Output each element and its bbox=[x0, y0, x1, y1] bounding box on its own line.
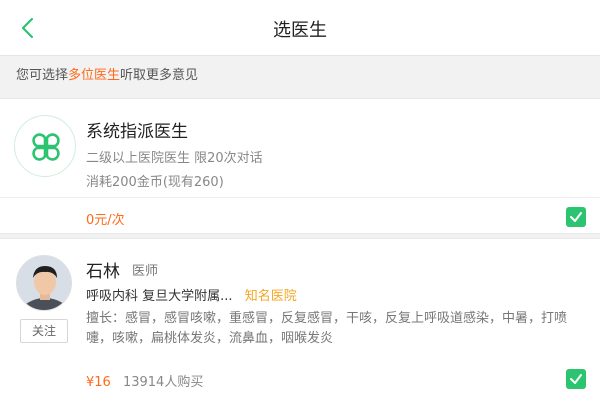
system-doctor-cost: 消耗200金币(现有260) bbox=[86, 175, 224, 190]
doctor-card[interactable]: 关注 石林 医师 呼吸内科 复旦大学附属... 知名医院 擅长：感冒，感冒咳嗽，… bbox=[0, 238, 600, 400]
system-doctor-checkbox[interactable] bbox=[566, 207, 586, 227]
doctor-department: 呼吸内科 bbox=[86, 289, 139, 304]
doctor-skills: 擅长：感冒，感冒咳嗽，重感冒，反复感冒，干咳，反复上呼吸道感染，中暑，打喷嚏，咳… bbox=[86, 311, 568, 346]
check-icon bbox=[570, 374, 582, 384]
system-doctor-price: 0元/次 bbox=[86, 213, 125, 228]
system-doctor-card[interactable]: 系统指派医生 二级以上医院医生 限20次对话 消耗200金币(现有260) 0元… bbox=[0, 98, 600, 234]
hint-highlight: 多位医生 bbox=[68, 68, 121, 83]
doctor-price: ¥16 bbox=[86, 375, 111, 390]
hint-bar: 您可选择多位医生听取更多意见 bbox=[0, 56, 600, 96]
avatar[interactable] bbox=[16, 255, 72, 311]
check-icon bbox=[570, 212, 582, 222]
system-doctor-desc: 二级以上医院医生 限20次对话 bbox=[86, 151, 263, 166]
nav-bar: 选医生 bbox=[0, 0, 600, 56]
hint-prefix: 您可选择 bbox=[16, 68, 69, 83]
follow-button[interactable]: 关注 bbox=[20, 319, 68, 343]
system-doctor-name: 系统指派医生 bbox=[86, 122, 188, 142]
doctor-price-row: ¥16 13914人购买 bbox=[86, 371, 203, 390]
doctor-photo bbox=[17, 256, 71, 310]
doctor-dept-line: 呼吸内科 复旦大学附属... 知名医院 bbox=[86, 285, 297, 304]
page-title: 选医生 bbox=[273, 20, 327, 41]
doctor-name: 石林 bbox=[86, 262, 120, 282]
clover-icon bbox=[32, 133, 60, 161]
doctor-hospital: 复旦大学附属... bbox=[142, 289, 233, 304]
hint-suffix: 听取更多意见 bbox=[120, 68, 199, 83]
doctor-title: 医师 bbox=[132, 264, 159, 279]
card-divider bbox=[0, 197, 600, 198]
doctor-checkbox[interactable] bbox=[566, 369, 586, 389]
system-logo bbox=[14, 115, 76, 177]
hospital-tag: 知名医院 bbox=[244, 289, 297, 304]
doctor-buyers: 13914人购买 bbox=[122, 375, 204, 390]
